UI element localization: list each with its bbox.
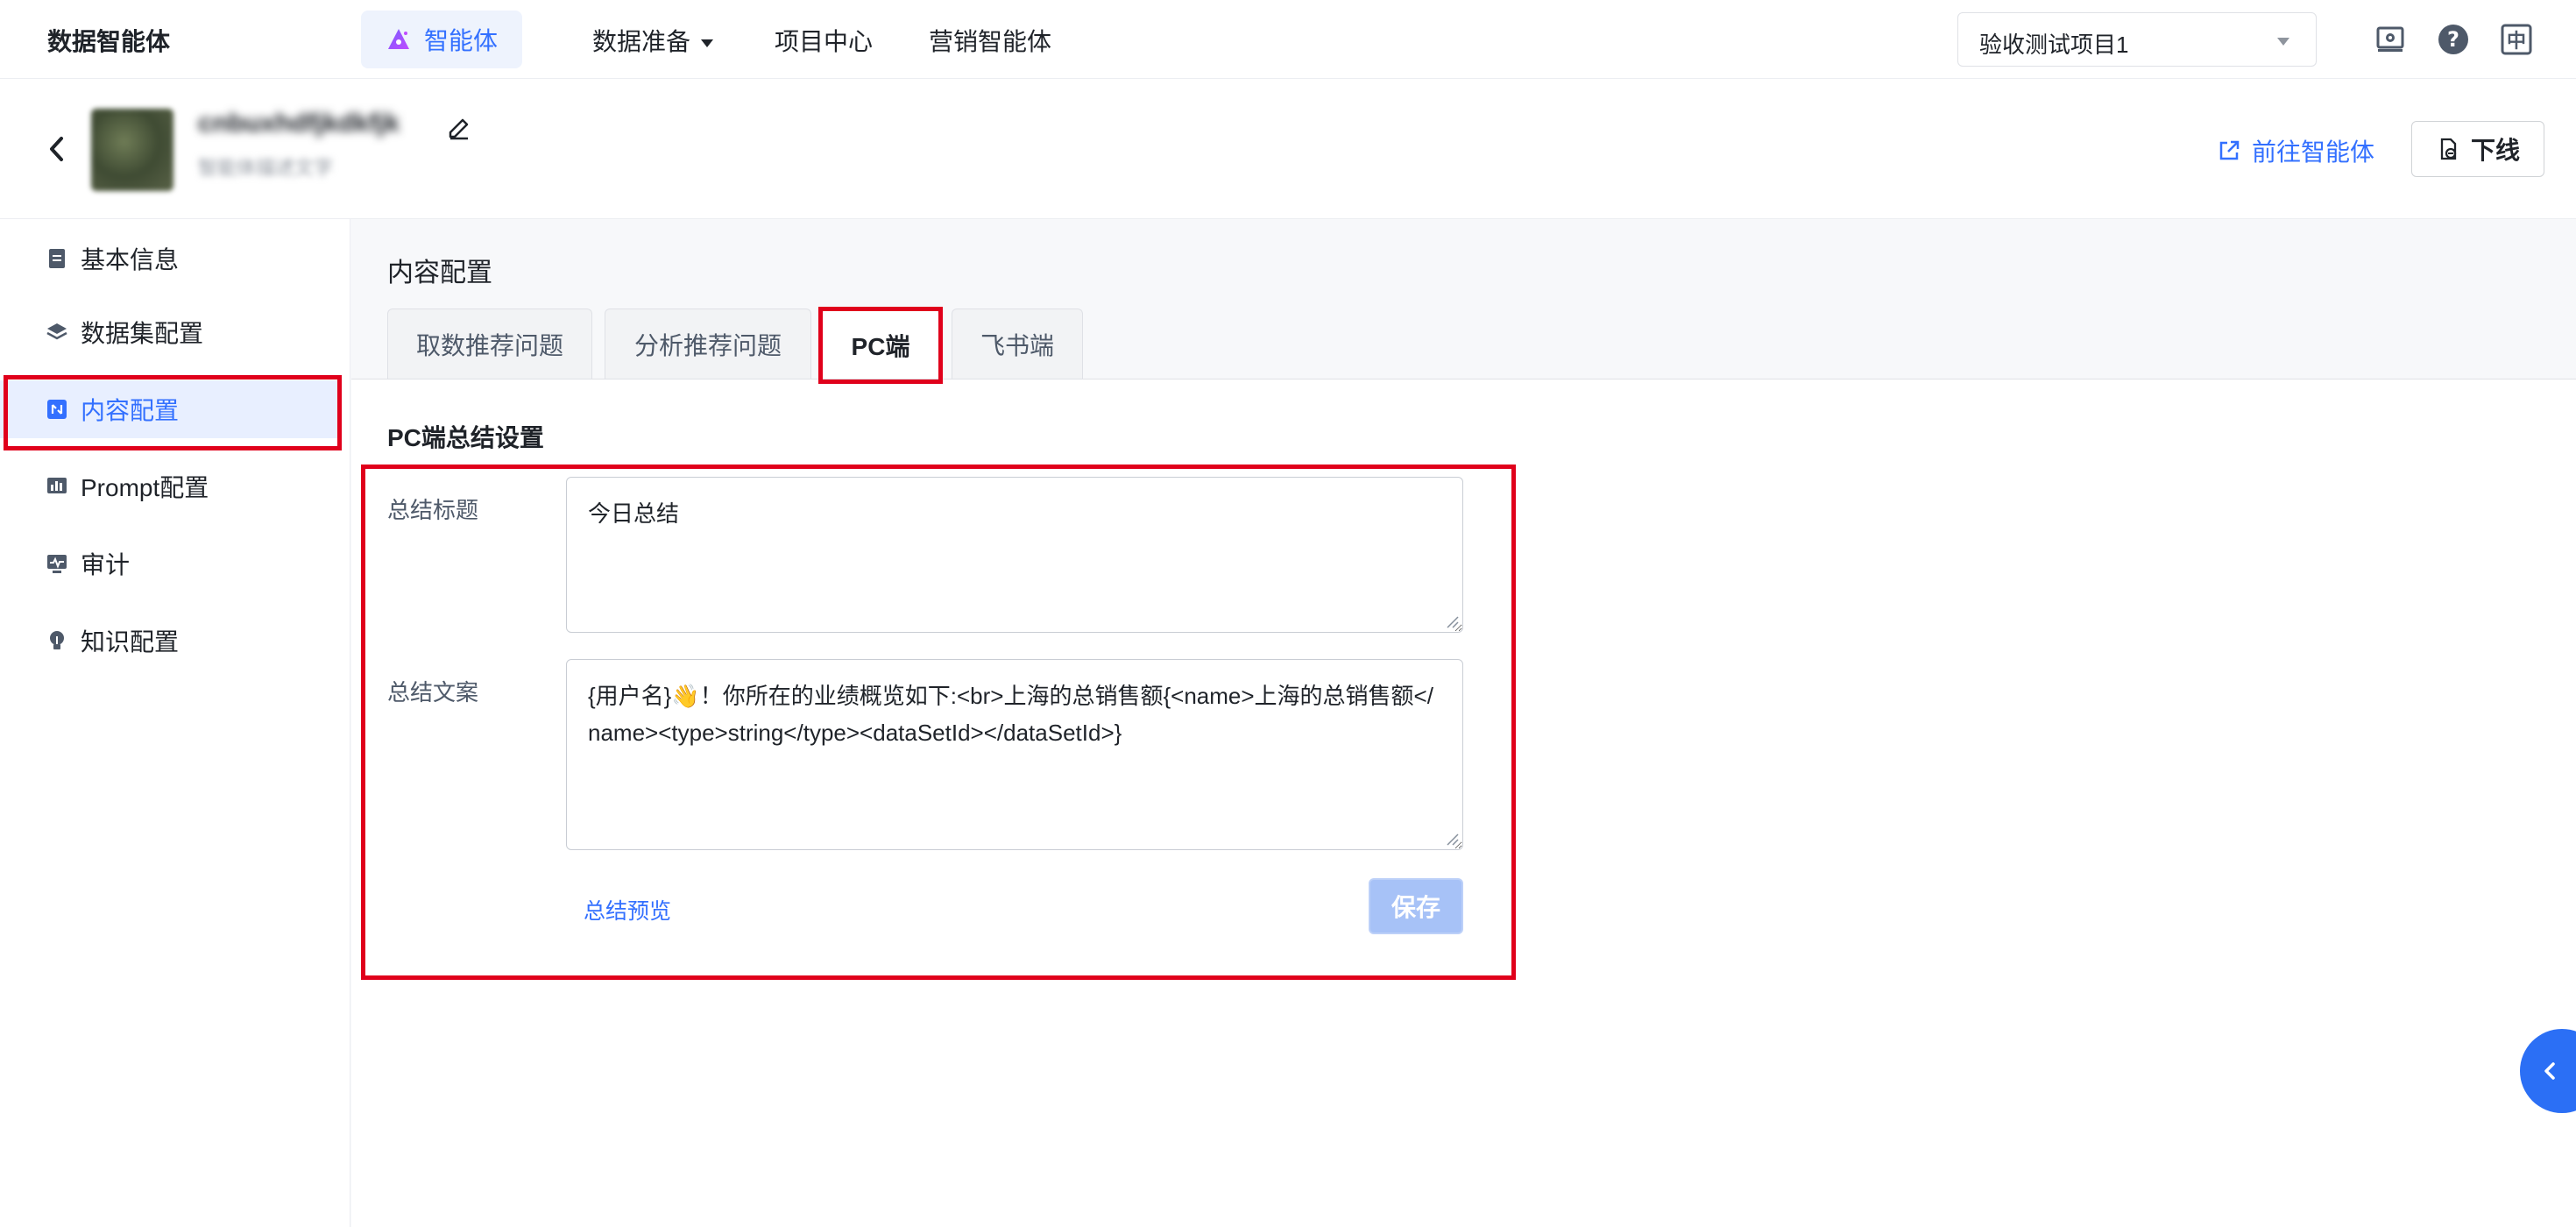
sidebar-item-content-config[interactable]: 内容配置 [0, 380, 342, 438]
dropdown-arrow-icon [2277, 38, 2289, 46]
sidebar-item-prompt-config[interactable]: Prompt配置 [0, 457, 342, 515]
sidebar-item-basic-info[interactable]: 基本信息 [0, 230, 342, 287]
top-navigation-bar: 数据智能体 智能体 数据准备 项目中心 营销智能体 验收测试项目1 ? 中 [0, 0, 2576, 79]
document-icon [49, 249, 65, 268]
edit-icon[interactable] [445, 114, 473, 142]
language-zh-icon[interactable]: 中 [2499, 22, 2534, 57]
nav-item-marketing-agent[interactable]: 营销智能体 [929, 23, 1051, 58]
project-select-value: 验收测试项目1 [1979, 32, 2129, 58]
section-title: 内容配置 [387, 259, 492, 287]
external-link-icon [2219, 140, 2240, 160]
sidebar-item-label: 审计 [81, 551, 131, 578]
content-icon [47, 400, 67, 419]
settings-screen-icon[interactable] [2373, 22, 2408, 57]
nav-item-project-center[interactable]: 项目中心 [775, 23, 873, 58]
sidebar-item-audit[interactable]: 审计 [0, 535, 342, 592]
sidebar-item-knowledge-config[interactable]: 知识配置 [0, 612, 342, 670]
summary-title-label: 总结标题 [387, 497, 479, 523]
goto-agent-label: 前往智能体 [2252, 138, 2375, 166]
nav-item-data-prep[interactable]: 数据准备 [592, 23, 714, 58]
offline-button[interactable]: 下线 [2411, 121, 2544, 177]
agent-avatar [91, 109, 173, 191]
summary-title-input[interactable]: 今日总结 [566, 477, 1463, 633]
tab-pc[interactable]: PC端 [822, 309, 939, 380]
agent-name: cnbuxhdfjkdkfjk [198, 109, 400, 138]
layers-icon [46, 323, 67, 340]
agent-icon [387, 29, 409, 49]
tab-analysis-recommend[interactable]: 分析推荐问题 [605, 309, 811, 379]
help-icon[interactable]: ? [2436, 22, 2471, 57]
sidebar-item-label: 基本信息 [81, 246, 180, 273]
sidebar-item-label: 内容配置 [81, 397, 180, 424]
language-label: 中 [2507, 31, 2526, 53]
resize-handle-icon[interactable] [1446, 615, 1460, 629]
chart-icon [47, 478, 67, 493]
summary-text-label: 总结文案 [387, 679, 479, 706]
pc-summary-title: PC端总结设置 [387, 424, 544, 451]
sidebar-item-dataset-config[interactable]: 数据集配置 [0, 303, 342, 361]
nav-item-label: 智能体 [423, 27, 498, 54]
svg-text:?: ? [2447, 27, 2459, 52]
resize-handle-icon[interactable] [1446, 833, 1460, 847]
summary-text-input[interactable]: {用户名}👋！你所在的业绩概览如下:<br>上海的总销售额{<name>上海的总… [566, 659, 1463, 850]
project-select[interactable]: 验收测试项目1 [1957, 12, 2317, 67]
chevron-left-icon [2544, 1062, 2555, 1080]
brand-title: 数据智能体 [47, 28, 171, 55]
caret-down-icon [701, 39, 714, 48]
back-chevron-icon[interactable] [44, 133, 70, 165]
save-button[interactable]: 保存 [1369, 878, 1463, 934]
tab-feishu[interactable]: 飞书端 [952, 309, 1083, 379]
tab-fetch-recommend[interactable]: 取数推荐问题 [387, 309, 592, 379]
sidebar-item-label: 数据集配置 [81, 320, 204, 347]
monitor-icon [47, 555, 67, 573]
bulb-icon [50, 631, 64, 649]
nav-item-label: 数据准备 [592, 28, 691, 55]
goto-agent-link[interactable]: 前往智能体 [2217, 133, 2374, 168]
offline-doc-icon [2440, 138, 2457, 160]
sidebar-item-label: 知识配置 [81, 628, 180, 656]
agent-header: cnbuxhdfjkdkfjk 智能体描述文字 前往智能体 下线 [0, 79, 2576, 219]
agent-description: 智能体描述文字 [198, 157, 334, 179]
sidebar-item-label: Prompt配置 [81, 474, 209, 501]
sidebar [0, 219, 350, 1227]
nav-item-agent[interactable]: 智能体 [361, 11, 522, 68]
offline-button-label: 下线 [2470, 137, 2520, 164]
summary-preview-link[interactable]: 总结预览 [584, 894, 671, 926]
